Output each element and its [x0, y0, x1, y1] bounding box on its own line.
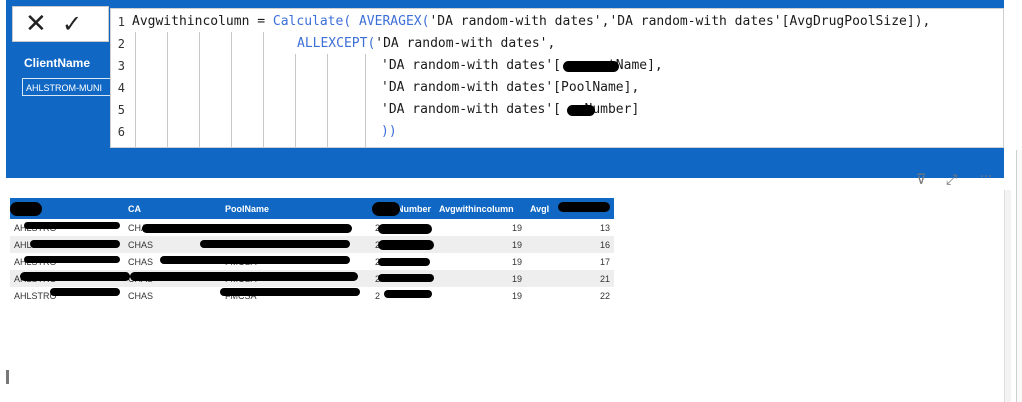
redaction-mark [20, 272, 130, 281]
check-icon[interactable]: ✓ [62, 10, 82, 38]
cell-avgdrugpoolsize: 16 [526, 236, 614, 253]
indent-guide [135, 32, 136, 148]
line-number: 2 [117, 37, 125, 51]
redaction-mark [378, 240, 434, 250]
slicer-title: ClientName [24, 56, 91, 70]
redaction-mark [160, 256, 350, 264]
line-number: 5 [117, 103, 125, 117]
cell-avgdrugpoolsize: 13 [599, 222, 610, 233]
formula-text: 'DA random-with dates', [375, 36, 556, 51]
cell-avgwithincolumn: 19 [511, 256, 522, 267]
indent-guide [167, 32, 168, 148]
cell-avgwithincolumn: 19 [511, 222, 522, 233]
side-pane-edge [1016, 150, 1022, 402]
formula-text: 'DA random-with dates','DA random-with d… [429, 14, 931, 29]
redaction-mark [563, 61, 619, 72]
indent-guide [365, 54, 366, 148]
line-number: 6 [117, 125, 125, 139]
formula-line-2: ALLEXCEPT('DA random-with dates', [297, 37, 555, 51]
cell-avgdrugpoolsize: 22 [599, 290, 610, 301]
redaction-mark [372, 202, 400, 216]
redaction-mark [220, 288, 360, 296]
dax-formula-editor[interactable]: 1 2 3 4 5 6 Avgwithincolumn = Calculate(… [110, 8, 1004, 148]
cell-avgwithincolumn: 19 [511, 290, 522, 301]
focus-mode-icon[interactable]: ⤢ [946, 172, 957, 188]
redaction-mark [200, 240, 350, 248]
redaction-mark [130, 272, 358, 281]
cell-avgwithincolumn: 19 [435, 236, 526, 253]
column-header-poolname[interactable]: PoolName [221, 198, 371, 219]
indent-guide [231, 32, 232, 148]
indent-guide [295, 54, 296, 148]
redaction-mark [10, 202, 42, 216]
redaction-mark [567, 105, 595, 116]
redaction-mark [30, 240, 120, 248]
more-options-icon[interactable]: ··· [980, 170, 992, 185]
indent-guide [199, 32, 200, 148]
cell-avgwithincolumn: 19 [435, 270, 526, 287]
redaction-mark [378, 224, 432, 234]
column-header-avgwithincolumn[interactable]: Avgwithincolumn [435, 198, 526, 219]
close-icon[interactable]: ✕ [25, 10, 47, 38]
redaction-mark [384, 290, 432, 298]
formula-text: 'DA random-with dates'[ [381, 58, 562, 73]
formula-line-5: 'DA random-with dates'[ Number] [381, 103, 639, 117]
indent-guide [327, 54, 328, 148]
formula-text: 'DA random-with dates'[PoolName], [381, 80, 640, 95]
redaction-mark [558, 202, 610, 212]
line-number: 4 [117, 81, 125, 95]
formula-function: ALLEXCEPT( [297, 36, 376, 51]
formula-commit-panel: ✕ ✓ [12, 6, 109, 42]
formula-line-1: Avgwithincolumn = Calculate( AVERAGEX('D… [132, 15, 930, 29]
cell-avgdrugpoolsize: 21 [526, 270, 614, 287]
formula-line-3: 'DA random-with dates'[ tName], [381, 59, 663, 73]
formula-line-4: 'DA random-with dates'[PoolName], [381, 81, 639, 95]
redaction-mark [378, 258, 430, 266]
table-header-row: Name CA PoolName Number Avgwithincolumn … [10, 198, 614, 219]
redaction-mark [378, 274, 434, 282]
formula-text: 'DA random-with dates'[ [381, 102, 562, 117]
line-number: 1 [117, 15, 125, 29]
redaction-mark [24, 256, 120, 263]
table-visual: Name CA PoolName Number Avgwithincolumn … [10, 198, 614, 304]
resize-handle[interactable] [6, 370, 9, 384]
formula-text: Avgwithincolumn = [132, 14, 273, 29]
redaction-mark [24, 222, 120, 229]
formula-line-6: )) [381, 124, 397, 139]
slicer-dropdown[interactable]: AHLSTROM-MUNI [22, 78, 114, 96]
filter-icon[interactable]: ⊽ [916, 172, 926, 188]
column-header-ca[interactable]: CA [124, 198, 221, 219]
cell-ca: CHAS [128, 290, 154, 301]
redaction-mark [50, 288, 120, 296]
redaction-mark [142, 224, 352, 233]
line-number: 3 [117, 59, 125, 73]
formula-function: Calculate( AVERAGEX( [272, 14, 430, 29]
indent-guide [263, 32, 264, 148]
vertical-scrollbar[interactable] [1004, 190, 1011, 402]
cell-avgdrugpoolsize: 17 [599, 256, 610, 267]
